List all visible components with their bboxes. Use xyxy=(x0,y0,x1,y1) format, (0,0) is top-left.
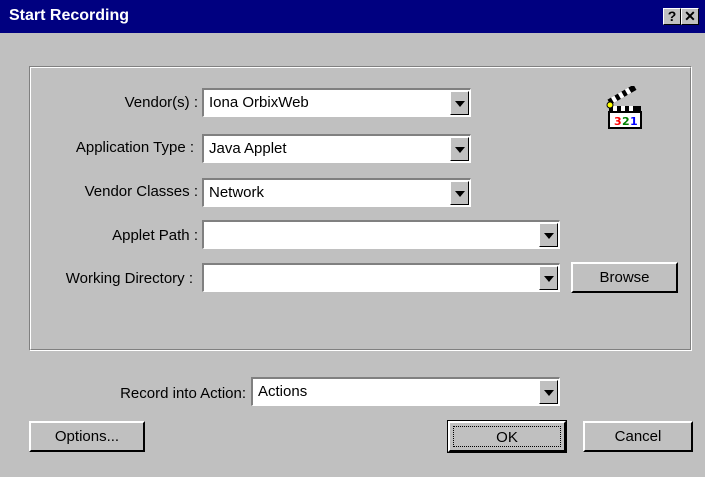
chevron-down-icon[interactable] xyxy=(539,223,558,247)
applet-path-label: Applet Path : xyxy=(112,227,198,244)
title-bar: Start Recording ? ✕ xyxy=(0,0,705,33)
close-button[interactable]: ✕ xyxy=(681,8,699,25)
vendors-combo[interactable]: Iona OrbixWeb xyxy=(202,88,471,117)
record-into-value: Actions xyxy=(258,383,308,400)
ok-button-label: OK xyxy=(453,426,561,447)
ok-button[interactable]: OK xyxy=(447,420,567,453)
record-into-label: Record into Action: xyxy=(120,385,246,402)
vendors-label: Vendor(s) : xyxy=(124,94,198,111)
vendor-classes-label: Vendor Classes : xyxy=(84,183,198,200)
record-into-combo[interactable]: Actions xyxy=(251,377,560,406)
application-type-value: Java Applet xyxy=(209,140,287,157)
window-title: Start Recording xyxy=(9,7,130,24)
chevron-down-icon[interactable] xyxy=(450,181,469,205)
working-directory-label: Working Directory : xyxy=(65,270,193,287)
clapperboard-icon: 3 2 1 xyxy=(606,86,642,129)
applet-path-combo[interactable] xyxy=(202,220,560,249)
vendor-classes-value: Network xyxy=(209,184,265,201)
help-button[interactable]: ? xyxy=(663,8,681,25)
clapper-digit-3: 3 xyxy=(614,115,622,128)
chevron-down-icon[interactable] xyxy=(450,91,469,115)
cancel-button[interactable]: Cancel xyxy=(583,421,693,452)
clapper-digit-1: 1 xyxy=(630,115,638,128)
options-button[interactable]: Options... xyxy=(29,421,145,452)
clapper-digit-2: 2 xyxy=(622,115,630,128)
chevron-down-icon[interactable] xyxy=(450,137,469,161)
browse-button[interactable]: Browse xyxy=(571,262,678,293)
chevron-down-icon[interactable] xyxy=(539,380,558,404)
working-directory-combo[interactable] xyxy=(202,263,560,292)
vendor-classes-combo[interactable]: Network xyxy=(202,178,471,207)
chevron-down-icon[interactable] xyxy=(539,266,558,290)
vendors-value: Iona OrbixWeb xyxy=(209,94,309,111)
application-type-label: Application Type : xyxy=(75,139,194,156)
application-type-combo[interactable]: Java Applet xyxy=(202,134,471,163)
